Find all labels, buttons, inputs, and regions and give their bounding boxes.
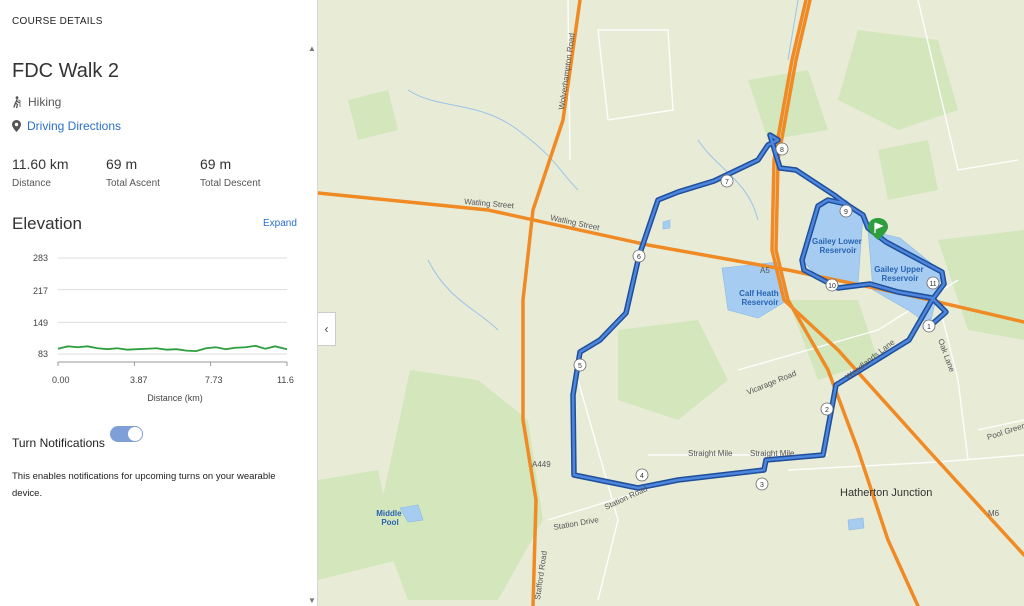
- hiker-icon: [13, 96, 21, 108]
- waypoint-marker[interactable]: 11: [926, 276, 940, 290]
- svg-text:5: 5: [578, 363, 582, 370]
- location-pin-icon: [12, 120, 21, 132]
- x-tick-label: 11.6: [277, 375, 294, 385]
- scroll-up-arrow-icon[interactable]: ▲: [308, 44, 316, 53]
- svg-text:6: 6: [637, 254, 641, 261]
- scroll-down-arrow-icon[interactable]: ▼: [308, 596, 316, 605]
- svg-text:11: 11: [929, 281, 936, 288]
- waypoint-marker[interactable]: 8: [775, 142, 789, 156]
- expand-elevation-link[interactable]: Expand: [263, 218, 297, 229]
- svg-text:9: 9: [844, 209, 848, 216]
- road-label: M6: [988, 509, 1000, 518]
- svg-text:7: 7: [725, 179, 729, 186]
- x-tick-label: 7.73: [205, 375, 223, 385]
- stat-total-descent: 69 m Total Descent: [200, 156, 261, 189]
- place-label: Hatherton Junction: [840, 487, 932, 499]
- road-label: Station Drive: [553, 515, 600, 532]
- waypoint-marker[interactable]: 5: [573, 358, 587, 372]
- activity-label: Hiking: [28, 95, 62, 109]
- road-label: Straight Mile: [750, 449, 795, 458]
- course-details-panel: COURSE DETAILS ▲ FDC Walk 2 Hiking Drivi…: [0, 0, 318, 606]
- stat-value: 69 m: [106, 156, 138, 172]
- water-label-text: Reservoir: [882, 274, 919, 283]
- road-label: A449: [532, 460, 551, 469]
- stat-total-ascent: 69 m Total Ascent: [106, 156, 160, 189]
- water-label: Gailey Lower Reservoir: [812, 237, 864, 255]
- stat-distance: 11.60 km Distance: [12, 156, 69, 189]
- water-label: Calf Heath Reservoir: [739, 289, 781, 307]
- elevation-chart: [57, 257, 288, 366]
- water-label: Gailey Upper Reservoir: [874, 265, 926, 283]
- road-label: Oak Lane: [936, 338, 957, 374]
- x-axis-label: Distance (km): [147, 393, 203, 403]
- road-label: A5: [760, 266, 770, 275]
- turn-notifications-toggle[interactable]: [110, 426, 143, 442]
- waypoint-marker[interactable]: 4: [635, 468, 649, 482]
- waypoint-marker[interactable]: 10: [825, 278, 839, 292]
- course-title: FDC Walk 2: [12, 60, 120, 82]
- elevation-line: [57, 344, 288, 353]
- driving-directions-link[interactable]: Driving Directions: [12, 119, 121, 133]
- driving-directions-label[interactable]: Driving Directions: [27, 119, 121, 133]
- svg-text:4: 4: [640, 473, 644, 480]
- stat-label: Total Descent: [200, 178, 261, 189]
- stat-value: 69 m: [200, 156, 232, 172]
- waypoint-marker[interactable]: 7: [720, 174, 734, 188]
- svg-text:2: 2: [825, 407, 829, 414]
- waypoint-marker[interactable]: 2: [820, 402, 834, 416]
- svg-text:10: 10: [828, 283, 836, 290]
- road-label: Vicarage Road: [745, 369, 797, 397]
- stat-label: Distance: [12, 178, 51, 189]
- stat-value: 11.60 km: [12, 156, 69, 172]
- section-title: COURSE DETAILS: [12, 16, 103, 27]
- water-label-text: Calf Heath: [739, 289, 779, 298]
- water-label-text: Gailey Upper: [874, 265, 923, 274]
- map-view[interactable]: Wolverhampton Road Watling Street Watlin…: [318, 0, 1024, 606]
- svg-text:8: 8: [780, 147, 784, 154]
- elevation-title: Elevation: [12, 214, 82, 233]
- water-label-text: Middle: [376, 509, 402, 518]
- waypoint-marker[interactable]: 1: [922, 319, 936, 333]
- water-label-text: Reservoir: [820, 246, 857, 255]
- stat-label: Total Ascent: [106, 178, 160, 189]
- activity-type: Hiking: [12, 95, 61, 109]
- waypoint-marker[interactable]: 9: [839, 204, 853, 218]
- water-label-text: Reservoir: [742, 298, 779, 307]
- svg-text:3: 3: [760, 482, 764, 489]
- x-tick-label: 0.00: [52, 375, 70, 385]
- turn-notifications-label: Turn Notifications: [12, 436, 105, 450]
- road-label: Wolverhampton Road: [557, 33, 577, 111]
- notifications-description: This enables notifications for upcoming …: [12, 471, 276, 499]
- x-tick-label: 3.87: [130, 375, 148, 385]
- waypoint-marker[interactable]: 6: [632, 249, 646, 263]
- water-label-text: Gailey Lower: [812, 237, 862, 246]
- toggle-knob: [128, 427, 142, 441]
- collapse-panel-button[interactable]: ‹: [318, 312, 336, 346]
- svg-text:1: 1: [927, 324, 931, 331]
- chevron-left-icon: ‹: [324, 322, 329, 336]
- map-canvas[interactable]: Wolverhampton Road Watling Street Watlin…: [318, 0, 1024, 606]
- waypoint-marker[interactable]: 3: [755, 477, 769, 491]
- water-label-text: Pool: [381, 518, 398, 527]
- road-label: Straight Mile: [688, 449, 733, 458]
